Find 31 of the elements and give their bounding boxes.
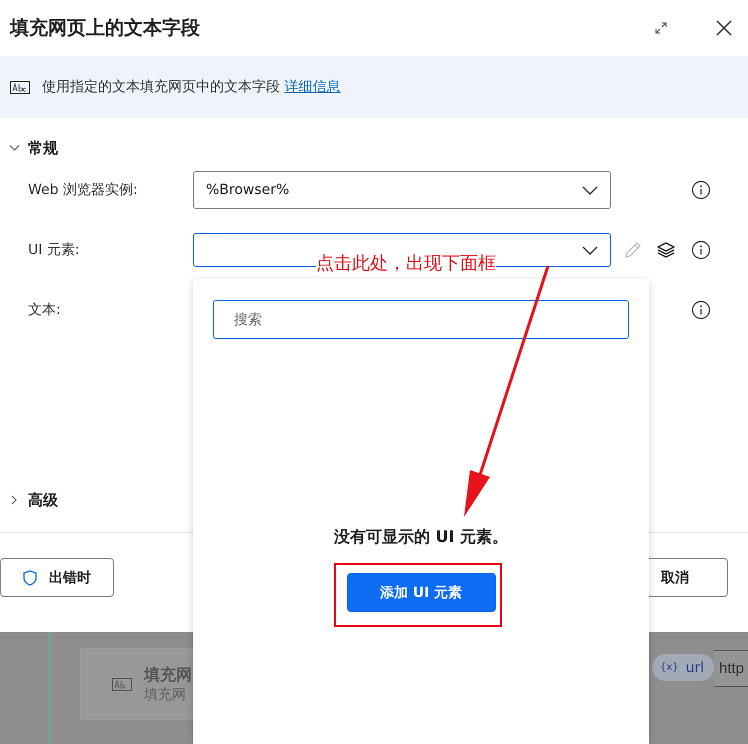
caret-icon bbox=[582, 186, 598, 194]
info-icon[interactable] bbox=[691, 300, 711, 320]
empty-message: 没有可显示的 UI 元素。 bbox=[334, 526, 508, 548]
field-label: Web 浏览器实例: bbox=[28, 181, 139, 199]
chevron-icon[interactable] bbox=[9, 144, 20, 152]
card-subtitle: 填充网 bbox=[144, 686, 187, 704]
layers-icon[interactable] bbox=[657, 241, 675, 259]
info-icon[interactable] bbox=[691, 180, 711, 200]
card-title: 填充网 bbox=[144, 664, 192, 686]
field-label: UI 元素: bbox=[28, 241, 81, 259]
variable-icon: {x} bbox=[660, 662, 679, 673]
text-field-icon bbox=[112, 678, 132, 690]
on-error-button[interactable]: 出错时 bbox=[0, 558, 114, 597]
details-link[interactable]: 详细信息 bbox=[284, 79, 340, 95]
caret-icon bbox=[582, 246, 598, 254]
variable-name: url bbox=[686, 660, 704, 676]
close-icon[interactable] bbox=[716, 20, 732, 36]
annotation-text: 点击此处，出现下面框 bbox=[316, 253, 496, 275]
description-text: 使用指定的文本填充网页中的文本字段 详细信息 bbox=[42, 78, 340, 96]
section-label[interactable]: 常规 bbox=[28, 138, 58, 158]
text-field-icon bbox=[10, 80, 30, 94]
expand-icon[interactable] bbox=[655, 22, 667, 34]
field-label: 文本: bbox=[28, 301, 62, 319]
input-field: http bbox=[714, 650, 748, 687]
add-ui-element-button[interactable]: 添加 UI 元素 bbox=[346, 573, 496, 612]
section-label[interactable]: 高级 bbox=[28, 490, 58, 510]
info-icon[interactable] bbox=[691, 240, 711, 260]
shield-icon bbox=[23, 570, 37, 586]
dropdown-field[interactable]: %Browser% bbox=[193, 171, 611, 209]
dialog-title: 填充网页上的文本字段 bbox=[10, 16, 201, 41]
search-field[interactable]: 搜索 bbox=[213, 300, 629, 339]
